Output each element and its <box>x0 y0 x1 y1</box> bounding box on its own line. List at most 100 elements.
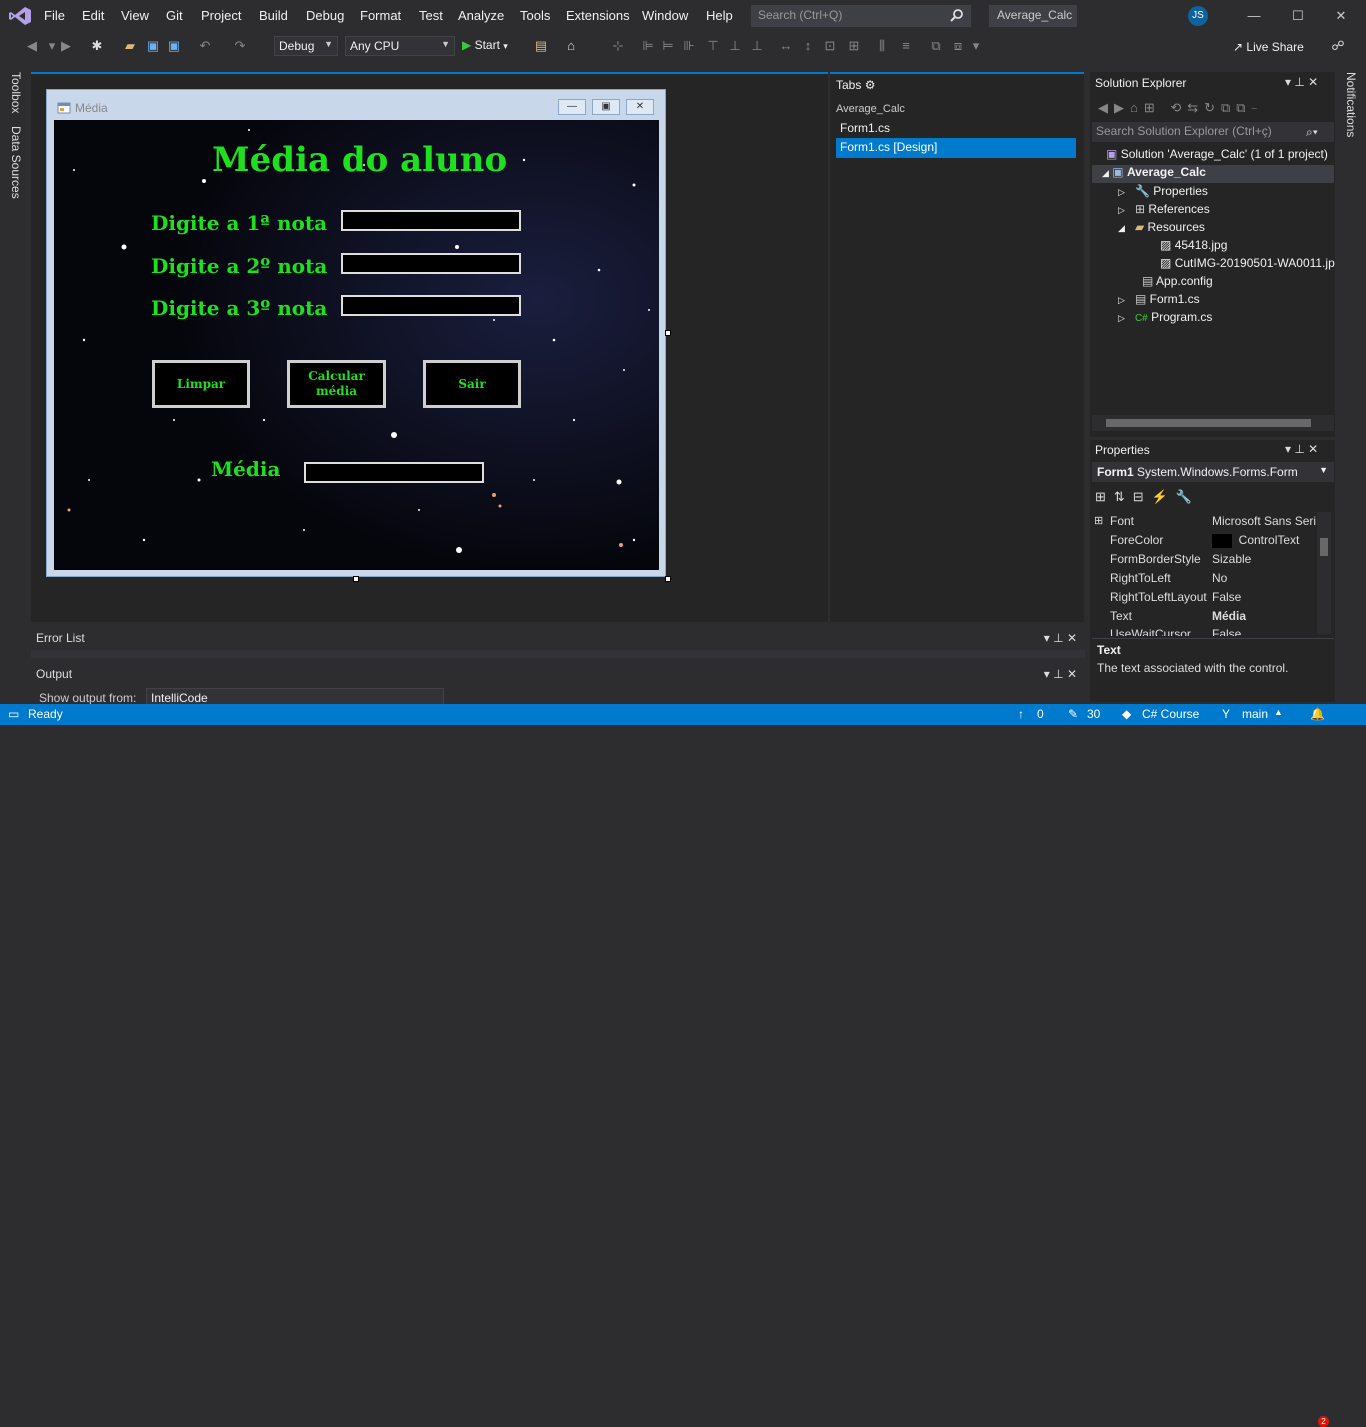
solution-explorer-toolbar[interactable]: ◀▶⌂⊞ ⟲⇆↻⧉⧉⎯ <box>1098 100 1263 116</box>
tab-form1-cs[interactable]: Form1.cs <box>836 120 1076 138</box>
grade3-input[interactable] <box>341 295 521 316</box>
scrollbar-thumb[interactable] <box>1106 419 1311 427</box>
platform-dropdown[interactable]: Any CPU ▼ <box>345 36 455 56</box>
undo-icon[interactable]: ↶ <box>197 38 213 54</box>
repo-icon[interactable]: ◆ <box>1122 707 1131 721</box>
prop-name-righttoleftlayout[interactable]: RightToLeftLayout <box>1110 590 1207 604</box>
publish-icon[interactable]: ⌂ <box>563 38 579 54</box>
start-button[interactable]: ▶ Start ▾ <box>462 38 508 52</box>
align-rights-icon[interactable]: ⊪ <box>681 38 697 54</box>
send-to-back-icon[interactable]: ⧈ <box>950 38 966 54</box>
tree-project[interactable]: ◢ ▣ Average_Calc <box>1092 165 1334 183</box>
make-same-size-icon[interactable]: ⊞ <box>846 38 862 54</box>
resize-handle-right[interactable] <box>665 330 671 336</box>
browse-icon[interactable]: ▤ <box>533 38 549 54</box>
save-icon[interactable]: ▣ <box>145 38 161 54</box>
menu-help[interactable]: Help <box>706 8 733 23</box>
tree-item-app-config[interactable]: ▤ App.config <box>1142 274 1213 288</box>
align-bottoms-icon[interactable]: ⊥ <box>749 38 765 54</box>
branch-name[interactable]: main <box>1242 707 1268 721</box>
tree-item-properties[interactable]: ▷ 🔧 Properties <box>1118 184 1208 198</box>
new-project-icon[interactable]: ✱ <box>89 38 105 54</box>
menu-test[interactable]: Test <box>419 8 443 23</box>
prop-value-righttoleft[interactable]: No <box>1212 571 1227 585</box>
vertical-spacing-icon[interactable]: ≡ <box>898 38 914 54</box>
avatar[interactable]: JS <box>1188 6 1208 26</box>
forward-icon[interactable]: ▶ <box>58 38 74 54</box>
menu-window[interactable]: Window <box>642 8 688 23</box>
menu-project[interactable]: Project <box>201 8 241 23</box>
search-icon[interactable] <box>950 8 964 22</box>
tree-solution[interactable]: ▣ Solution 'Average_Calc' (1 of 1 projec… <box>1106 147 1328 161</box>
notifications-tab[interactable]: Notifications <box>1344 72 1358 137</box>
tree-item-image1[interactable]: ▨ 45418.jpg <box>1160 238 1227 252</box>
align-lefts-icon[interactable]: ⊫ <box>640 38 656 54</box>
size-to-grid-icon[interactable]: ⊡ <box>822 38 838 54</box>
chevron-up-icon[interactable]: ▲ <box>1274 707 1283 717</box>
prop-value-righttoleftlayout[interactable]: False <box>1212 590 1241 604</box>
error-list-controls[interactable]: ▾ ⊥ ✕ <box>1044 631 1077 645</box>
menu-extensions[interactable]: Extensions <box>566 8 630 23</box>
prop-row-usewaitcursor[interactable]: UseWaitCursor False <box>1092 626 1320 636</box>
bring-to-front-icon[interactable]: ⧉ <box>928 38 944 54</box>
prop-name-font[interactable]: Font <box>1110 514 1134 528</box>
maximize-icon[interactable]: ☐ <box>1284 6 1312 26</box>
expand-icon[interactable]: ⊞ <box>1094 514 1103 527</box>
close-icon[interactable]: ✕ <box>1327 6 1355 26</box>
live-share-button[interactable]: ↗ Live Share <box>1233 40 1304 54</box>
prop-name-formborderstyle[interactable]: FormBorderStyle <box>1110 552 1201 566</box>
push-count[interactable]: 0 <box>1037 707 1044 721</box>
form-maximize-icon[interactable]: ▣ <box>592 99 620 115</box>
search-input[interactable]: Search (Ctrl+Q) <box>751 5 971 27</box>
scrollbar-thumb[interactable] <box>1320 538 1328 556</box>
solution-explorer-controls[interactable]: ▾ ⊥ ✕ <box>1285 75 1318 89</box>
menu-view[interactable]: View <box>121 8 149 23</box>
search-icon[interactable]: ⌕▾ <box>1306 125 1318 140</box>
menu-format[interactable]: Format <box>360 8 401 23</box>
output-header[interactable]: Output ▾ ⊥ ✕ <box>31 664 1085 686</box>
align-centers-icon[interactable]: ⊨ <box>660 38 676 54</box>
grade1-input[interactable] <box>341 210 521 231</box>
make-same-height-icon[interactable]: ↕ <box>800 38 816 54</box>
open-folder-icon[interactable]: ▰ <box>122 38 138 54</box>
calculate-button[interactable]: Calcular média <box>287 360 386 408</box>
prop-name-forecolor[interactable]: ForeColor <box>1110 533 1163 547</box>
solution-search-input[interactable]: Search Solution Explorer (Ctrl+ç) <box>1092 122 1334 142</box>
result-output[interactable] <box>304 462 484 483</box>
repo-name[interactable]: C# Course <box>1142 707 1199 721</box>
branch-icon[interactable]: Y <box>1222 707 1230 721</box>
pencil-icon[interactable]: ✎ <box>1068 707 1078 721</box>
feedback-icon[interactable]: ☍ <box>1330 38 1346 54</box>
menu-debug[interactable]: Debug <box>306 8 344 23</box>
align-tops-icon[interactable]: ⊤ <box>705 38 721 54</box>
clear-button[interactable]: Limpar <box>152 360 250 408</box>
horizontal-spacing-icon[interactable]: ⫼ <box>874 38 890 54</box>
solution-explorer-scrollbar[interactable] <box>1092 415 1334 431</box>
gear-icon[interactable]: ⚙ <box>865 78 876 92</box>
menu-build[interactable]: Build <box>259 8 288 23</box>
bell-icon[interactable]: 🔔 <box>1310 707 1325 721</box>
prop-name-righttoleft[interactable]: RightToLeft <box>1110 571 1171 585</box>
minimize-icon[interactable]: — <box>1240 6 1268 26</box>
make-same-width-icon[interactable]: ↔ <box>778 38 794 54</box>
menu-file[interactable]: File <box>44 8 65 23</box>
tree-item-resources[interactable]: ◢ ▰ Resources <box>1118 220 1205 234</box>
push-icon[interactable]: ↑ <box>1018 707 1024 721</box>
data-sources-tab[interactable]: Data Sources <box>9 126 23 199</box>
prop-name-text[interactable]: Text <box>1110 609 1132 623</box>
align-middles-icon[interactable]: ⊥ <box>727 38 743 54</box>
properties-controls[interactable]: ▾ ⊥ ✕ <box>1285 442 1318 456</box>
form-close-icon[interactable]: ✕ <box>626 99 654 115</box>
edit-count[interactable]: 30 <box>1087 707 1100 721</box>
save-all-icon[interactable]: ▣ <box>166 38 182 54</box>
form-minimize-icon[interactable]: — <box>558 99 586 115</box>
prop-value-text[interactable]: Média <box>1212 609 1246 623</box>
prop-value-font[interactable]: Microsoft Sans Serif <box>1212 514 1316 528</box>
toolbar-overflow-icon[interactable]: ▾ <box>968 38 984 54</box>
redo-icon[interactable]: ↷ <box>232 38 248 54</box>
error-list-header[interactable]: Error List ▾ ⊥ ✕ <box>31 628 1085 650</box>
grade2-input[interactable] <box>341 253 521 274</box>
align-grid-icon[interactable]: ⊹ <box>610 38 626 54</box>
menu-edit[interactable]: Edit <box>82 8 104 23</box>
menu-tools[interactable]: Tools <box>520 8 550 23</box>
